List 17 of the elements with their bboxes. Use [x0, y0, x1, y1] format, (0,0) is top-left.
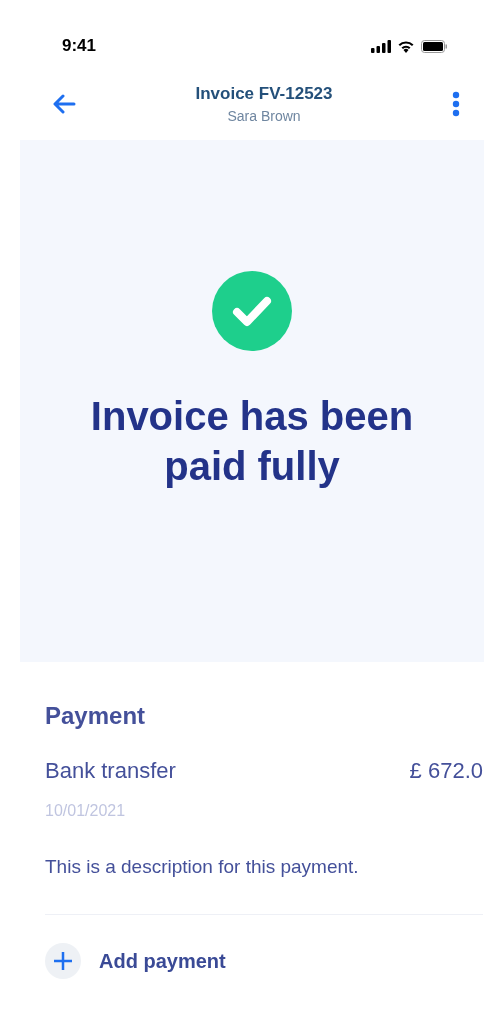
status-time: 9:41 [62, 36, 97, 56]
paid-message: Invoice has been paid fully [89, 393, 415, 490]
signal-icon [371, 39, 391, 53]
customer-name: Sara Brown [227, 108, 301, 124]
wifi-icon [397, 39, 415, 53]
add-payment-button[interactable]: Add payment [45, 943, 483, 979]
back-button[interactable] [52, 94, 76, 114]
check-icon [212, 271, 292, 351]
payment-amount: £ 672.0 [409, 758, 483, 784]
section-heading: Payment [45, 702, 147, 730]
invoice-title: Invoice FV-12523 [195, 84, 333, 104]
more-button[interactable] [452, 91, 460, 117]
payment-date: 10/01/2021 [45, 802, 127, 820]
battery-icon [421, 39, 448, 53]
plus-icon [45, 943, 81, 979]
payment-description: This is a description for this payment. [45, 856, 360, 878]
payment-method: Bank transfer [45, 758, 176, 784]
